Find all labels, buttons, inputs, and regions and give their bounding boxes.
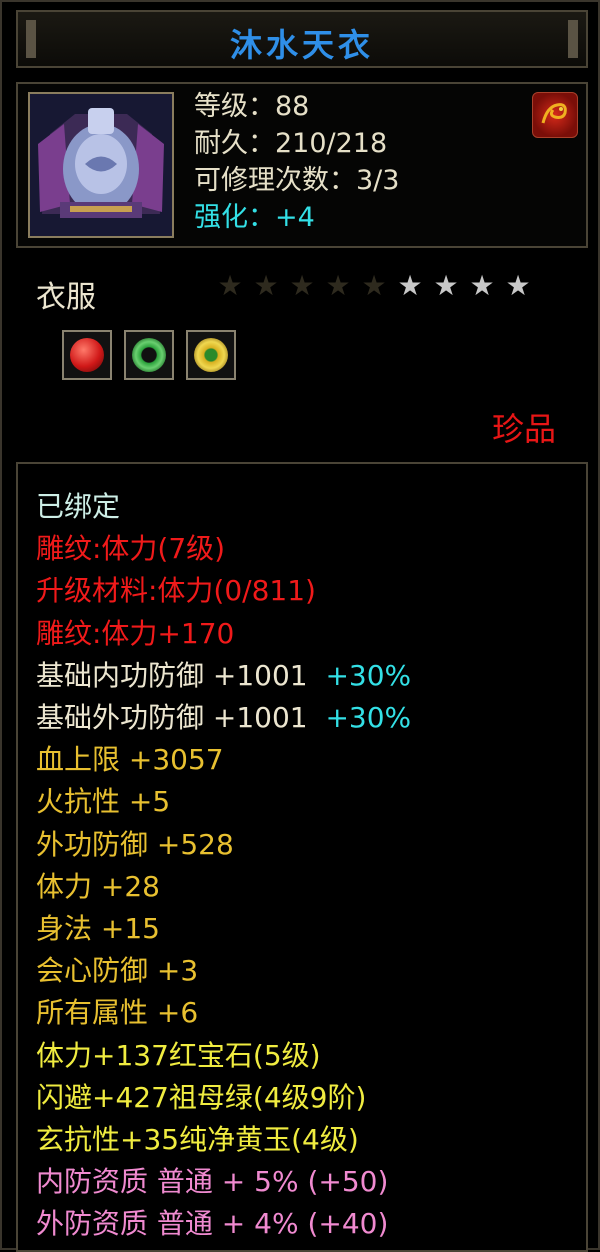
- item-tooltip: 沐水天衣 等级：88 耐久：210/218 可修理次数：3/3 强化：+4 衣服…: [0, 0, 600, 1252]
- attr-crit-defense: 会心防御 +3: [36, 954, 199, 988]
- attr-inner-defense: 基础内功防御 +1001 +30%: [36, 655, 411, 697]
- item-quality: 珍品: [491, 410, 556, 448]
- attr-all-stats: 所有属性 +6: [36, 996, 199, 1030]
- attribute-panel: 已绑定 雕纹:体力(7级) 升级材料:体力(0/811) 雕纹:体力+170 基…: [16, 462, 588, 1252]
- attr-agility: 身法 +15: [36, 912, 160, 946]
- attr-outer-defense: 基础外功防御 +1001 +30%: [36, 697, 411, 739]
- gem-slot-topaz[interactable]: [186, 330, 236, 380]
- attr-outer-defense-pct: +30%: [325, 701, 412, 735]
- gem-slot-emerald[interactable]: [124, 330, 174, 380]
- star-icon: ★: [469, 269, 495, 302]
- ruby-gem-icon: [70, 338, 104, 372]
- attr-outer-quality: 外防资质 普通 + 4% (+40): [36, 1207, 389, 1241]
- bound-status: 已绑定: [36, 490, 121, 523]
- attr-carve-level: 雕纹:体力(7级): [36, 532, 226, 566]
- item-enhance: 强化：+4: [194, 202, 315, 233]
- item-level: 等级：88: [194, 91, 310, 122]
- star-icon: ★: [433, 269, 459, 302]
- dragon-emblem-icon: [532, 92, 578, 138]
- attr-gem-topaz: 玄抗性+35纯净黄玉(4级): [36, 1123, 359, 1157]
- attr-inner-quality: 内防资质 普通 + 5% (+50): [36, 1165, 389, 1199]
- star-icon: ★: [361, 269, 387, 302]
- attr-fire-resist: 火抗性 +5: [36, 785, 171, 819]
- attr-gem-ruby: 体力+137红宝石(5级): [36, 1038, 321, 1072]
- star-icon: ★: [217, 269, 243, 302]
- topaz-gem-icon: [194, 338, 228, 372]
- attr-upgrade-material: 升级材料:体力(0/811): [36, 574, 316, 608]
- item-category: 衣服: [36, 280, 96, 315]
- item-name: 沐水天衣: [229, 26, 374, 64]
- gem-slot-ruby[interactable]: [62, 330, 112, 380]
- star-rating: ★ ★ ★ ★ ★ ★ ★ ★ ★: [214, 270, 534, 302]
- attr-gem-emerald: 闪避+427祖母绿(4级9阶): [36, 1080, 367, 1114]
- emerald-ring-icon: [132, 338, 166, 372]
- star-icon: ★: [253, 269, 279, 302]
- item-repair-count: 可修理次数：3/3: [194, 165, 400, 196]
- attr-carve-bonus: 雕纹:体力+170: [36, 616, 235, 650]
- gem-slots: [62, 330, 236, 380]
- star-icon: ★: [397, 269, 423, 302]
- item-header: 等级：88 耐久：210/218 可修理次数：3/3 强化：+4: [16, 82, 588, 248]
- attr-inner-defense-pct: +30%: [325, 658, 412, 692]
- attr-inner-defense-value: 基础内功防御 +1001: [36, 658, 308, 692]
- attr-outer-defense-value: 基础外功防御 +1001: [36, 701, 308, 735]
- star-icon: ★: [505, 269, 531, 302]
- star-icon: ★: [325, 269, 351, 302]
- attr-stamina: 体力 +28: [36, 869, 160, 903]
- star-icon: ★: [289, 269, 315, 302]
- attr-external-defense: 外功防御 +528: [36, 827, 234, 861]
- item-durability: 耐久：210/218: [194, 128, 388, 159]
- title-bar: 沐水天衣: [16, 10, 588, 68]
- item-basic-info: 等级：88 耐久：210/218 可修理次数：3/3 强化：+4: [194, 88, 399, 236]
- armor-icon: [28, 92, 174, 238]
- attr-hp: 血上限 +3057: [36, 743, 224, 777]
